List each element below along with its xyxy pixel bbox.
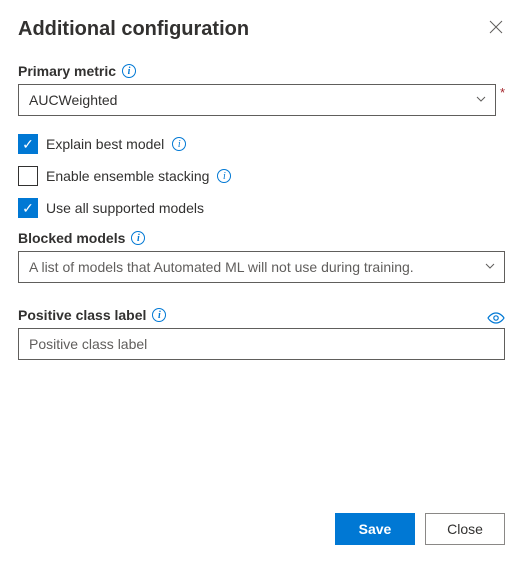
info-icon[interactable]: i xyxy=(172,137,186,151)
explain-best-model-label: Explain best model xyxy=(46,136,164,152)
primary-metric-label: Primary metric xyxy=(18,63,116,79)
blocked-models-label: Blocked models xyxy=(18,230,125,246)
close-button[interactable]: Close xyxy=(425,513,505,545)
info-icon[interactable]: i xyxy=(131,231,145,245)
eye-icon[interactable] xyxy=(487,312,505,324)
enable-ensemble-stacking-label: Enable ensemble stacking xyxy=(46,168,209,184)
panel-title: Additional configuration xyxy=(18,18,249,41)
info-icon[interactable]: i xyxy=(152,308,166,322)
required-indicator: * xyxy=(500,86,505,99)
positive-class-input[interactable] xyxy=(18,328,505,360)
use-all-supported-models-checkbox[interactable] xyxy=(18,198,38,218)
chevron-down-icon xyxy=(475,93,487,108)
chevron-down-icon xyxy=(484,260,496,275)
info-icon[interactable]: i xyxy=(217,169,231,183)
explain-best-model-checkbox[interactable] xyxy=(18,134,38,154)
info-icon[interactable]: i xyxy=(122,64,136,78)
use-all-supported-models-label: Use all supported models xyxy=(46,200,204,216)
positive-class-label: Positive class label xyxy=(18,307,146,323)
blocked-models-placeholder: A list of models that Automated ML will … xyxy=(29,259,414,275)
enable-ensemble-stacking-checkbox[interactable] xyxy=(18,166,38,186)
primary-metric-select[interactable]: AUCWeighted xyxy=(18,84,496,116)
primary-metric-value: AUCWeighted xyxy=(29,92,117,108)
save-button[interactable]: Save xyxy=(335,513,415,545)
blocked-models-select[interactable]: A list of models that Automated ML will … xyxy=(18,251,505,283)
close-icon[interactable] xyxy=(487,18,505,40)
